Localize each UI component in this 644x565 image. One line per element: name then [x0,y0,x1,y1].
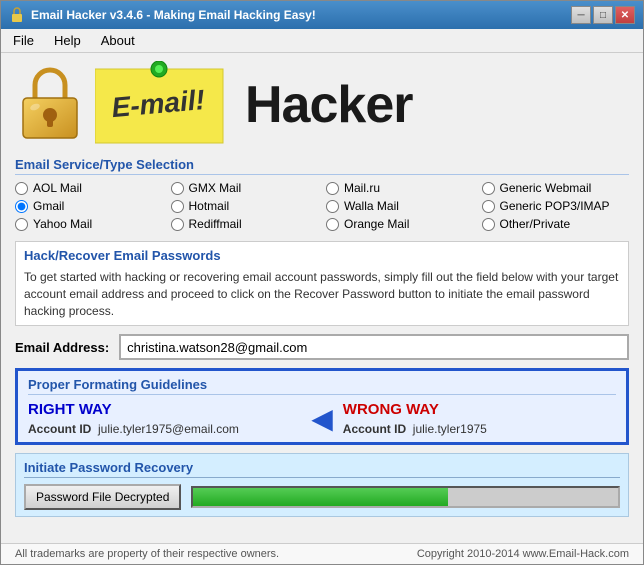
email-service-label: Email Service/Type Selection [15,157,629,175]
radio-pop3[interactable]: Generic POP3/IMAP [482,199,630,213]
maximize-button[interactable]: □ [593,6,613,24]
window-title: Email Hacker v3.4.6 - Making Email Hacki… [31,8,316,22]
format-wrong-col: WRONG WAY Account ID julie.tyler1975 [343,401,616,436]
right-example-row: Account ID julie.tyler1975@email.com [28,422,301,436]
header-area: E-mail! Hacker [15,61,629,149]
title-bar-left: Email Hacker v3.4.6 - Making Email Hacki… [9,7,316,23]
lock-icon [15,65,85,145]
recovery-section: Initiate Password Recovery Password File… [15,453,629,517]
format-right-col: RIGHT WAY Account ID julie.tyler1975@ema… [28,401,301,436]
main-window: Email Hacker v3.4.6 - Making Email Hacki… [0,0,644,565]
email-sticker: E-mail! [95,61,225,149]
recovery-row: Password File Decrypted [24,484,620,510]
menu-bar: File Help About [1,29,643,53]
app-title: Hacker [245,75,412,135]
radio-other[interactable]: Other/Private [482,217,630,231]
radio-generic-webmail[interactable]: Generic Webmail [482,181,630,195]
right-example: julie.tyler1975@email.com [98,422,239,436]
radio-aol[interactable]: AOL Mail [15,181,163,195]
email-input[interactable] [119,334,629,360]
hack-label: Hack/Recover Email Passwords [24,248,620,265]
wrong-account-id: Account ID [343,422,406,436]
email-service-grid: AOL Mail GMX Mail Mail.ru Generic Webmai… [15,181,629,231]
progress-bar-fill [193,488,448,506]
wrong-way-label: WRONG WAY [343,401,616,418]
menu-about[interactable]: About [97,32,139,49]
radio-mailru[interactable]: Mail.ru [326,181,474,195]
radio-walla[interactable]: Walla Mail [326,199,474,213]
footer-right: Copyright 2010-2014 www.Email-Hack.com [417,548,629,560]
title-bar-controls: ─ □ ✕ [571,6,635,24]
recovery-label: Initiate Password Recovery [24,460,620,478]
radio-orange[interactable]: Orange Mail [326,217,474,231]
format-grid: RIGHT WAY Account ID julie.tyler1975@ema… [28,401,616,436]
radio-gmail[interactable]: Gmail [15,199,163,213]
formatting-section: Proper Formating Guidelines RIGHT WAY Ac… [15,368,629,445]
radio-rediff[interactable]: Rediffmail [171,217,319,231]
email-address-row: Email Address: [15,334,629,360]
radio-yahoo[interactable]: Yahoo Mail [15,217,163,231]
wrong-example: julie.tyler1975 [413,422,487,436]
email-service-section: Email Service/Type Selection AOL Mail GM… [15,157,629,231]
email-label: Email Address: [15,340,109,355]
hack-description: To get started with hacking or recoverin… [24,269,620,319]
app-icon [9,7,25,23]
arrow-icon: ◀ [311,402,333,435]
progress-bar-container [191,486,620,508]
decrypt-button[interactable]: Password File Decrypted [24,484,181,510]
footer: All trademarks are property of their res… [1,543,643,564]
minimize-button[interactable]: ─ [571,6,591,24]
right-account-id: Account ID [28,422,91,436]
radio-hotmail[interactable]: Hotmail [171,199,319,213]
footer-left: All trademarks are property of their res… [15,548,279,560]
menu-help[interactable]: Help [50,32,85,49]
progress-bar-gray [448,488,618,506]
hack-section: Hack/Recover Email Passwords To get star… [15,241,629,326]
wrong-example-row: Account ID julie.tyler1975 [343,422,616,436]
menu-file[interactable]: File [9,32,38,49]
radio-gmx[interactable]: GMX Mail [171,181,319,195]
close-button[interactable]: ✕ [615,6,635,24]
formatting-label: Proper Formating Guidelines [28,377,616,395]
right-way-label: RIGHT WAY [28,401,301,418]
title-bar: Email Hacker v3.4.6 - Making Email Hacki… [1,1,643,29]
content-area: E-mail! Hacker Email Service/Type Select… [1,53,643,543]
